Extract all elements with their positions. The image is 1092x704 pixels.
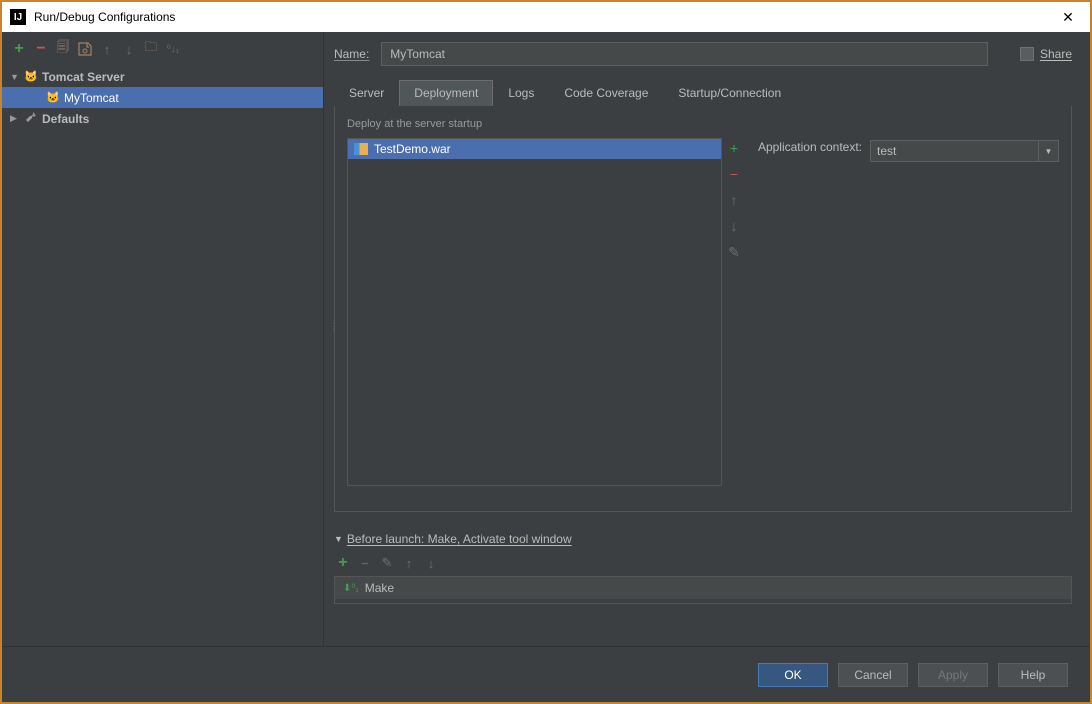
config-tree: ▼ 🐱 Tomcat Server 🐱 MyTomcat ▶ Defaults <box>2 66 323 129</box>
close-button[interactable]: ✕ <box>1048 3 1088 31</box>
remove-task-button[interactable]: − <box>356 554 374 572</box>
task-label: Make <box>365 581 394 595</box>
tab-logs[interactable]: Logs <box>493 80 549 106</box>
app-icon: IJ <box>10 9 26 25</box>
titlebar: IJ Run/Debug Configurations ✕ <box>2 2 1090 32</box>
ok-button[interactable]: OK <box>758 663 828 687</box>
deploy-artifacts-list[interactable]: TestDemo.war <box>347 138 722 486</box>
remove-config-button[interactable]: − <box>32 40 50 58</box>
help-button[interactable]: Help <box>998 663 1068 687</box>
list-item[interactable]: TestDemo.war <box>348 139 721 159</box>
before-launch-label: Before launch: Make, Activate tool windo… <box>347 532 572 546</box>
move-artifact-up-button[interactable]: ↑ <box>726 192 742 208</box>
move-down-button[interactable]: ↓ <box>120 40 138 58</box>
tomcat-icon: 🐱 <box>24 70 42 83</box>
edit-artifact-button[interactable]: ✎ <box>726 244 742 260</box>
configurations-panel: + − 🗐 ↑ ↓ 🗀 ⁰↓₁ ▼ 🐱 Tomcat Server 🐱 MyTo… <box>2 32 324 646</box>
tree-label: Tomcat Server <box>42 70 124 84</box>
task-down-button[interactable]: ↓ <box>422 554 440 572</box>
edit-task-button[interactable]: ✎ <box>378 554 396 572</box>
tomcat-icon: 🐱 <box>46 91 64 104</box>
cancel-button[interactable]: Cancel <box>838 663 908 687</box>
add-config-button[interactable]: + <box>10 40 28 58</box>
deploy-section-label: Deploy at the server startup <box>347 118 1059 130</box>
before-launch-list[interactable]: ⬇⁰₁ Make <box>334 576 1072 604</box>
move-artifact-down-button[interactable]: ↓ <box>726 218 742 234</box>
context-dropdown-button[interactable]: ▼ <box>1039 140 1059 162</box>
name-label: Name: <box>334 47 369 61</box>
tree-node-defaults[interactable]: ▶ Defaults <box>2 108 323 129</box>
list-item[interactable]: ⬇⁰₁ Make <box>335 577 1071 599</box>
share-checkbox[interactable] <box>1020 47 1034 61</box>
before-launch-toolbar: + − ✎ ↑ ↓ <box>334 546 1072 574</box>
remove-artifact-button[interactable]: − <box>726 166 742 182</box>
config-tabs: Server Deployment Logs Code Coverage Sta… <box>334 80 1072 107</box>
move-up-button[interactable]: ↑ <box>98 40 116 58</box>
add-artifact-button[interactable]: + <box>726 140 742 156</box>
share-label: Share <box>1040 47 1072 61</box>
application-context-label: Application context: <box>758 140 862 154</box>
tree-node-mytomcat[interactable]: 🐱 MyTomcat <box>2 87 323 108</box>
config-editor-panel: Name: Share Server Deployment Logs Code … <box>324 32 1090 646</box>
folder-button[interactable]: 🗀 <box>142 40 160 58</box>
artifact-icon <box>354 143 368 155</box>
tab-startup-connection[interactable]: Startup/Connection <box>663 80 796 106</box>
wrench-icon <box>24 110 42 127</box>
add-task-button[interactable]: + <box>334 554 352 572</box>
config-toolbar: + − 🗐 ↑ ↓ 🗀 ⁰↓₁ <box>2 38 323 66</box>
collapse-arrow-icon: ▼ <box>334 534 343 544</box>
dialog-button-bar: OK Cancel Apply Help <box>2 646 1090 702</box>
make-icon: ⬇⁰₁ <box>343 583 359 594</box>
copy-config-button[interactable]: 🗐 <box>54 40 72 58</box>
before-launch-header[interactable]: ▼ Before launch: Make, Activate tool win… <box>334 532 1072 546</box>
tree-label: MyTomcat <box>64 91 119 105</box>
before-launch-section: ▼ Before launch: Make, Activate tool win… <box>334 532 1072 604</box>
artifact-name: TestDemo.war <box>374 142 451 156</box>
apply-button[interactable]: Apply <box>918 663 988 687</box>
sort-button[interactable]: ⁰↓₁ <box>164 40 182 58</box>
window-title: Run/Debug Configurations <box>34 10 1048 24</box>
task-up-button[interactable]: ↑ <box>400 554 418 572</box>
tab-code-coverage[interactable]: Code Coverage <box>549 80 663 106</box>
deployment-tab-content: Deploy at the server startup TestDemo.wa… <box>334 106 1072 512</box>
tab-server[interactable]: Server <box>334 80 399 106</box>
tree-label: Defaults <box>42 112 89 126</box>
deploy-toolbar: + − ↑ ↓ ✎ <box>722 138 746 486</box>
name-input[interactable] <box>381 42 988 66</box>
application-context-input[interactable] <box>870 140 1039 162</box>
save-config-button[interactable] <box>76 40 94 58</box>
expand-arrow-icon: ▼ <box>10 72 24 82</box>
collapse-arrow-icon: ▶ <box>10 113 24 124</box>
tree-node-tomcat-server[interactable]: ▼ 🐱 Tomcat Server <box>2 66 323 87</box>
tab-deployment[interactable]: Deployment <box>399 80 493 106</box>
